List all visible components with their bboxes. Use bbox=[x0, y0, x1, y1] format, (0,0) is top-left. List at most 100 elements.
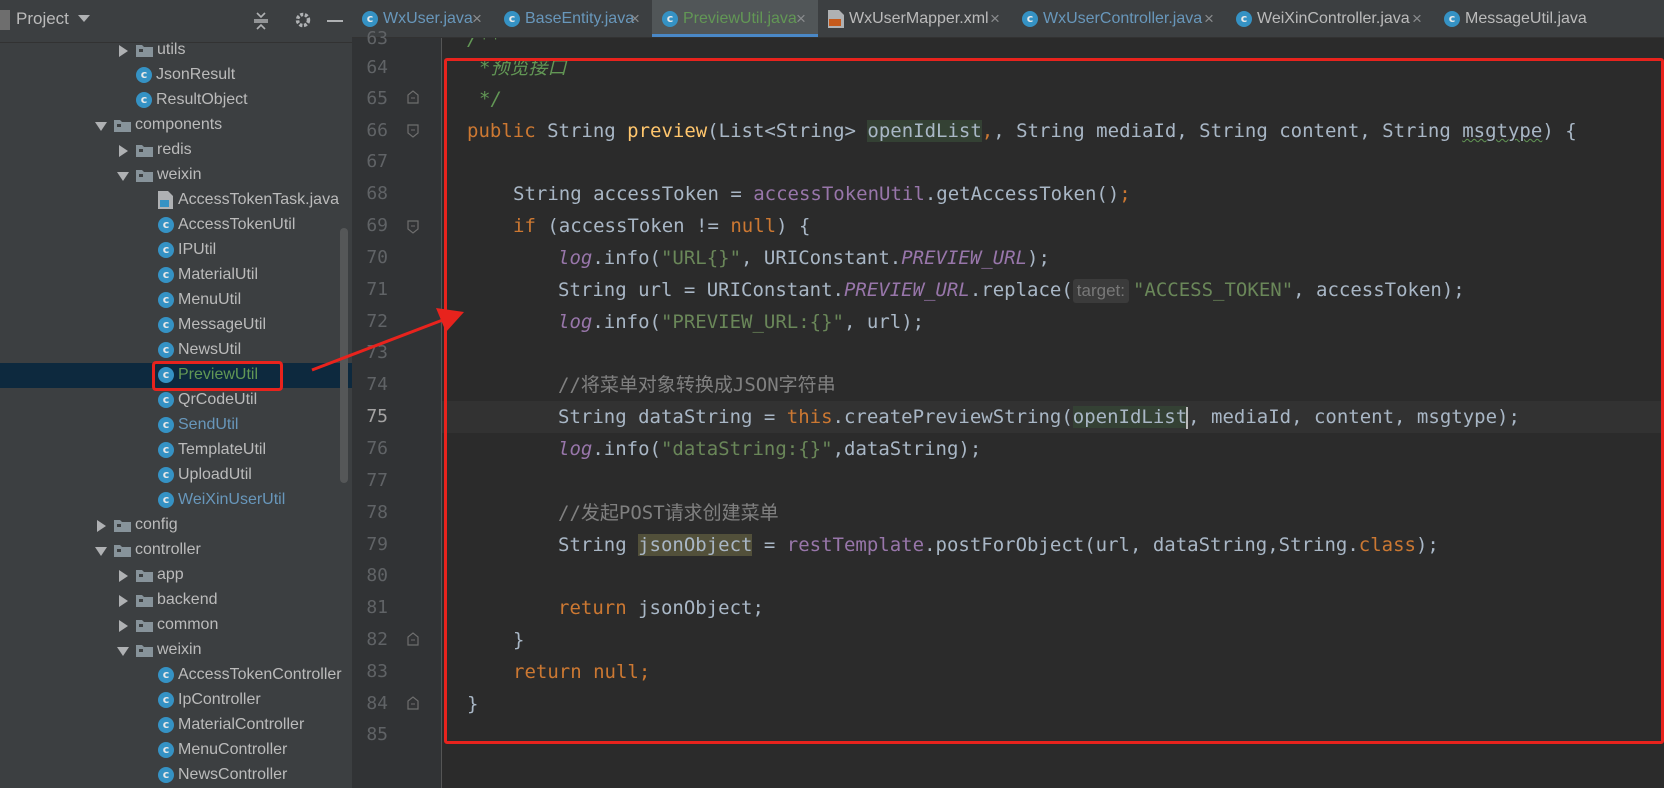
minimize-icon[interactable] bbox=[327, 20, 343, 22]
collapse-arrow-icon[interactable] bbox=[119, 45, 128, 57]
tab-label: WxUserController.java bbox=[1043, 10, 1203, 27]
java-class-icon: c bbox=[158, 692, 174, 708]
tree-item[interactable]: components bbox=[0, 113, 352, 138]
tree-item[interactable]: c MaterialUtil bbox=[0, 263, 352, 288]
folder-icon bbox=[136, 570, 153, 582]
code-annotation-box bbox=[444, 58, 1664, 744]
fold-marker-icon[interactable] bbox=[407, 124, 419, 138]
tree-item-label: MaterialUtil bbox=[178, 266, 259, 283]
tree-item[interactable]: c UploadUtil bbox=[0, 463, 352, 488]
line-number: 73 bbox=[366, 342, 388, 363]
tree-item[interactable]: AccessTokenTask.java bbox=[0, 188, 352, 213]
tree-item[interactable]: weixin bbox=[0, 638, 352, 663]
tree-item[interactable]: backend bbox=[0, 588, 352, 613]
tree-item[interactable]: c SendUtil bbox=[0, 413, 352, 438]
tree-item-label: NewsController bbox=[178, 766, 288, 783]
line-number: 66 bbox=[366, 120, 388, 141]
close-icon[interactable]: × bbox=[990, 9, 1000, 29]
tree-item-label: MaterialController bbox=[178, 716, 305, 733]
line-number: 79 bbox=[366, 534, 388, 555]
folder-icon bbox=[114, 520, 131, 532]
tree-item[interactable]: c TemplateUtil bbox=[0, 438, 352, 463]
expand-arrow-icon[interactable] bbox=[117, 647, 129, 656]
line-number: 85 bbox=[366, 724, 388, 745]
tree-item[interactable]: c NewsController bbox=[0, 763, 352, 788]
fold-marker-icon[interactable] bbox=[407, 632, 419, 646]
chevron-down-icon[interactable] bbox=[78, 15, 90, 23]
tab-weixincontroller-java[interactable]: c WeiXinController.java × bbox=[1226, 0, 1434, 37]
line-number: 63 bbox=[366, 28, 388, 49]
collapse-all-icon[interactable] bbox=[253, 12, 269, 30]
tree-scrollbar[interactable] bbox=[340, 228, 348, 483]
line-number: 70 bbox=[366, 247, 388, 268]
tree-item[interactable]: c MaterialController bbox=[0, 713, 352, 738]
tree-item[interactable]: c NewsUtil bbox=[0, 338, 352, 363]
java-class-icon: c bbox=[158, 267, 174, 283]
tree-item-label: common bbox=[157, 616, 219, 633]
close-icon[interactable]: × bbox=[472, 9, 482, 29]
preview-util-annotation-box bbox=[152, 361, 283, 391]
tree-item[interactable]: c WeiXinUserUtil bbox=[0, 488, 352, 513]
close-icon[interactable]: × bbox=[1204, 9, 1214, 29]
collapse-arrow-icon[interactable] bbox=[119, 595, 128, 607]
tree-item-label: IpController bbox=[178, 691, 261, 708]
expand-arrow-icon[interactable] bbox=[95, 547, 107, 556]
tree-item[interactable]: config bbox=[0, 513, 352, 538]
tree-item[interactable]: app bbox=[0, 563, 352, 588]
java-class-icon: c bbox=[136, 67, 152, 83]
tree-item[interactable]: c AccessTokenUtil bbox=[0, 213, 352, 238]
java-class-icon: c bbox=[362, 11, 378, 27]
close-icon[interactable]: × bbox=[1412, 9, 1422, 29]
tab-label: PreviewUtil.java bbox=[683, 10, 797, 27]
tree-item-label: WeiXinUserUtil bbox=[178, 491, 286, 508]
tree-item[interactable]: weixin bbox=[0, 163, 352, 188]
line-number: 83 bbox=[366, 661, 388, 682]
tree-item[interactable]: c AccessTokenController bbox=[0, 663, 352, 688]
folder-icon bbox=[136, 595, 153, 607]
tree-item[interactable]: redis bbox=[0, 138, 352, 163]
tab-baseentity-java[interactable]: c BaseEntity.java × bbox=[494, 0, 652, 37]
tree-item[interactable]: c MessageUtil bbox=[0, 313, 352, 338]
expand-arrow-icon[interactable] bbox=[117, 172, 129, 181]
tree-item[interactable]: c MenuUtil bbox=[0, 288, 352, 313]
tab-wxusercontroller-java[interactable]: c WxUserController.java × bbox=[1012, 0, 1226, 37]
folder-icon bbox=[136, 45, 153, 57]
tree-item-label: components bbox=[135, 116, 223, 133]
tree-item[interactable]: utils bbox=[0, 38, 352, 63]
gear-icon[interactable] bbox=[294, 11, 312, 29]
fold-marker-icon[interactable] bbox=[407, 220, 419, 234]
collapse-arrow-icon[interactable] bbox=[97, 520, 106, 532]
tree-item[interactable]: c JsonResult bbox=[0, 63, 352, 88]
collapse-arrow-icon[interactable] bbox=[119, 145, 128, 157]
fold-marker-icon[interactable] bbox=[407, 90, 419, 104]
collapse-arrow-icon[interactable] bbox=[119, 620, 128, 632]
java-class-icon: c bbox=[158, 467, 174, 483]
project-title[interactable]: Project bbox=[0, 9, 69, 30]
tree-item-label: weixin bbox=[157, 641, 202, 658]
tab-label: WxUserMapper.xml bbox=[849, 10, 989, 27]
tab-label: WxUser.java bbox=[383, 10, 473, 27]
line-number: 68 bbox=[366, 183, 388, 204]
tree-item[interactable]: c IPUtil bbox=[0, 238, 352, 263]
fold-marker-icon[interactable] bbox=[407, 696, 419, 710]
tree-item-label: QrCodeUtil bbox=[178, 391, 258, 408]
close-icon[interactable]: × bbox=[796, 9, 806, 29]
tab-previewutil-java[interactable]: c PreviewUtil.java × bbox=[652, 0, 818, 37]
java-class-icon: c bbox=[158, 667, 174, 683]
tree-item[interactable]: c MenuController bbox=[0, 738, 352, 763]
tree-item[interactable]: common bbox=[0, 613, 352, 638]
tree-item[interactable]: c ResultObject bbox=[0, 88, 352, 113]
tree-item[interactable]: controller bbox=[0, 538, 352, 563]
tree-item[interactable]: c QrCodeUtil bbox=[0, 388, 352, 413]
collapse-arrow-icon[interactable] bbox=[119, 570, 128, 582]
line-number: 67 bbox=[366, 151, 388, 172]
line-number-gutter: 63 64 65 66 67 68 69 70 71 72 73 74 75 76 77 78 79 80 81 82… bbox=[352, 28, 442, 788]
close-icon[interactable]: × bbox=[630, 9, 640, 29]
expand-arrow-icon[interactable] bbox=[95, 122, 107, 131]
tree-item[interactable]: c IpController bbox=[0, 688, 352, 713]
tree-item-label: NewsUtil bbox=[178, 341, 242, 358]
tab-messageutil-java[interactable]: c MessageUtil.java bbox=[1434, 0, 1594, 37]
folder-icon bbox=[114, 545, 131, 557]
java-class-icon: c bbox=[158, 492, 174, 508]
tab-wxusermapper-xml[interactable]: WxUserMapper.xml × bbox=[818, 0, 1012, 37]
